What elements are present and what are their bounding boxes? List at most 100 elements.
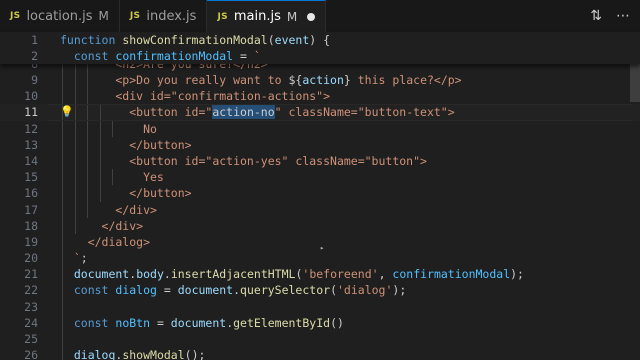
code-line[interactable]: 16 </button> (0, 185, 640, 202)
code-token: ; (80, 251, 88, 266)
modified-status-badge: M (286, 9, 298, 24)
code-text: function showConfirmationModal(event) { (60, 32, 330, 48)
code-line[interactable]: 18 </div> (0, 217, 640, 234)
code-line[interactable]: 15 Yes (0, 169, 640, 186)
sticky-scroll-header[interactable]: 1 function showConfirmationModal(event) {… (0, 32, 640, 64)
code-line[interactable]: 1 function showConfirmationModal(event) { (0, 32, 640, 48)
line-number: 18 (24, 218, 38, 233)
line-number: 22 (24, 283, 38, 298)
tab-label: main.js (233, 9, 281, 24)
line-number: 11 (24, 105, 38, 120)
tab-location-js[interactable]: JS location.js M (0, 0, 120, 32)
unsaved-dot-icon[interactable] (307, 12, 316, 21)
code-token: getElementById (233, 315, 331, 330)
code-token: Yes (60, 170, 164, 185)
code-token: No (60, 121, 157, 136)
tab-label: index.js (146, 8, 197, 24)
code-token: action (302, 73, 344, 87)
code-token: ( (267, 33, 275, 47)
code-token: ); (392, 283, 407, 298)
code-line[interactable]: 9 <p>Do you really want to ${action} thi… (0, 72, 640, 89)
code-token: ` (253, 49, 261, 64)
code-token: body (136, 267, 164, 282)
code-editor[interactable]: 1 function showConfirmationModal(event) {… (0, 32, 640, 360)
code-token: </dialog> (60, 234, 151, 249)
code-token: <button id=" (60, 105, 213, 120)
code-token: const (60, 283, 116, 298)
code-text: `; (60, 250, 88, 266)
code-text: Yes (60, 169, 164, 185)
code-token: showModal (122, 348, 185, 360)
code-text: const noBtn = document.getElementById() (60, 315, 344, 331)
modified-status-badge: M (98, 9, 109, 23)
code-token: ( (330, 283, 337, 298)
line-number: 17 (24, 202, 38, 217)
editor-actions: ⇅ ⋯ (590, 0, 640, 32)
line-number: 19 (24, 234, 38, 249)
line-number: 9 (31, 73, 38, 87)
code-token: </div> (60, 202, 157, 217)
line-number: 13 (24, 137, 38, 152)
code-text: document.body.insertAdjacentHTML('before… (60, 266, 524, 282)
code-text: </dialog> (60, 234, 150, 250)
code-token: document (60, 267, 130, 282)
code-line[interactable]: 26 dialog.showModal(); (0, 347, 640, 360)
code-token: . (163, 267, 171, 282)
code-token: 'beforeend' (302, 267, 379, 282)
line-number: 20 (24, 251, 38, 266)
code-token: insertAdjacentHTML (170, 267, 296, 282)
code-token: dialog (115, 283, 157, 298)
code-line[interactable]: 8 <h2>Are you sure?</h2> (0, 64, 640, 72)
code-token: const (60, 315, 116, 330)
lightbulb-icon[interactable]: 💡 (60, 105, 74, 119)
code-line[interactable]: 21 document.body.insertAdjacentHTML('bef… (0, 266, 640, 283)
tab-bar-spacer (326, 0, 590, 32)
code-line[interactable]: 12 No (0, 120, 640, 137)
line-number: 25 (24, 332, 38, 346)
code-line[interactable]: 14 <button id="action-yes" className="bu… (0, 152, 640, 170)
code-token: ) { (309, 33, 331, 47)
line-number: 26 (24, 348, 38, 360)
code-token: ); (510, 267, 524, 282)
code-token: } (343, 73, 351, 87)
code-line[interactable]: 13 </button> (0, 136, 640, 153)
code-line[interactable]: 10 <div id="confirmation-actions"> (0, 88, 640, 105)
line-number: 23 (24, 299, 38, 314)
code-text: <div id="confirmation-actions"> (60, 88, 330, 104)
code-line[interactable]: 20 `; (0, 250, 640, 267)
code-text: const confirmationModal = ` (60, 48, 261, 64)
code-token: document (170, 315, 227, 330)
indent-guide (62, 331, 63, 348)
more-actions-icon[interactable]: ⋯ (616, 8, 630, 24)
code-token: ${ (288, 73, 303, 87)
code-line[interactable]: 22 const dialog = document.querySelector… (0, 282, 640, 299)
code-text: dialog.showModal(); (60, 347, 206, 360)
code-token: this place?</p> (350, 73, 462, 87)
code-token: <div id="confirmation-actions"> (60, 89, 331, 104)
line-number: 21 (24, 267, 38, 282)
code-line[interactable]: 17 </div> (0, 201, 640, 218)
compare-changes-icon[interactable]: ⇅ (590, 8, 602, 24)
code-line[interactable]: 24 const noBtn = document.getElementById… (0, 314, 640, 331)
tab-index-js[interactable]: JS index.js (120, 0, 208, 32)
line-number: 2 (31, 49, 38, 64)
selected-text: action-no (212, 105, 275, 120)
code-text: <button id="action-no" className="button… (60, 104, 455, 120)
javascript-file-icon: JS (217, 11, 228, 22)
code-line[interactable]: 2 const confirmationModal = ` (0, 48, 640, 64)
tab-main-js[interactable]: JS main.js M (207, 0, 327, 32)
code-token: <p>Do you really want to (60, 73, 289, 87)
line-number: 15 (24, 170, 38, 185)
javascript-file-icon: JS (129, 11, 141, 21)
code-text: </div> (60, 202, 157, 218)
code-line[interactable]: 23 (0, 298, 640, 315)
code-token: document (177, 283, 234, 298)
line-number: 12 (24, 121, 38, 136)
vertical-scrollbar[interactable] (630, 32, 640, 360)
indent-guide (62, 298, 63, 315)
code-token: . (233, 283, 241, 298)
code-text: <button id="action-yes" className="butto… (60, 153, 427, 169)
code-lines: 8 <h2>Are you sure?</h2> 9 <p>Do you real… (0, 64, 640, 360)
code-line-current[interactable]: 11 <button id="action-no" className="but… (0, 104, 640, 121)
code-line[interactable]: 25 (0, 331, 640, 348)
